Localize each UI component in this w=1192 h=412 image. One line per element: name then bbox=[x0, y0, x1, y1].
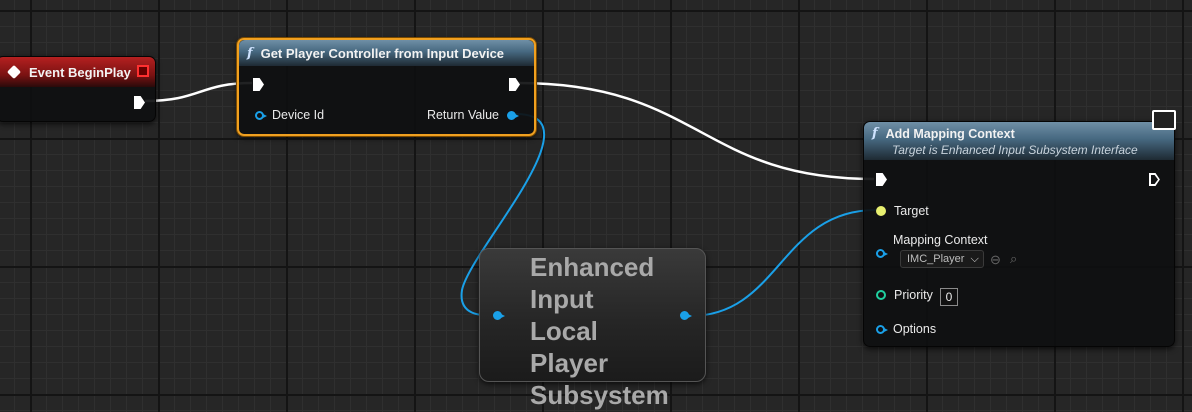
search-icon[interactable]: ⌕ bbox=[1010, 251, 1017, 267]
get-player-controller-title: Get Player Controller from Input Device bbox=[260, 45, 505, 61]
subsystem-in-pin[interactable] bbox=[493, 311, 505, 320]
device-id-label: Device Id bbox=[272, 108, 325, 122]
mapping-context-select[interactable]: IMC_Player ⌵ bbox=[900, 250, 984, 268]
event-diamond-icon bbox=[6, 64, 22, 80]
return-value-pin[interactable] bbox=[507, 110, 519, 120]
target-label: Target bbox=[894, 204, 929, 218]
add-mapping-context-header[interactable]: f Add Mapping Context Target is Enhanced… bbox=[864, 122, 1174, 160]
subsystem-node[interactable]: Enhanced Input Local Player Subsystem bbox=[479, 248, 706, 410]
options-row[interactable]: Options bbox=[876, 322, 936, 336]
mapping-context-pin[interactable] bbox=[876, 249, 888, 258]
event-beginplay-node[interactable]: Event BeginPlay bbox=[0, 56, 156, 122]
device-id-pin[interactable] bbox=[255, 110, 267, 120]
exec-out-row[interactable] bbox=[509, 78, 520, 91]
mapping-context-value: IMC_Player bbox=[907, 253, 965, 265]
priority-pin[interactable] bbox=[876, 290, 886, 300]
event-beginplay-title: Event BeginPlay bbox=[29, 64, 131, 80]
exec-out-row[interactable] bbox=[134, 96, 145, 109]
subsystem-title: Enhanced Input Local Player Subsystem bbox=[530, 252, 669, 410]
add-mapping-context-node[interactable]: f Add Mapping Context Target is Enhanced… bbox=[863, 110, 1176, 347]
delegate-pin-icon[interactable] bbox=[137, 65, 149, 77]
subsystem-out-row[interactable] bbox=[680, 311, 692, 320]
add-mapping-context-subtitle: Target is Enhanced Input Subsystem Inter… bbox=[892, 143, 1138, 157]
function-icon: f bbox=[247, 45, 253, 61]
exec-out-row[interactable] bbox=[1149, 173, 1160, 186]
exec-out-pin[interactable] bbox=[509, 78, 520, 91]
options-pin[interactable] bbox=[876, 324, 888, 334]
event-beginplay-header[interactable]: Event BeginPlay bbox=[0, 57, 155, 87]
return-value-row[interactable]: Return Value bbox=[426, 108, 519, 122]
add-mapping-context-title: Add Mapping Context bbox=[885, 126, 1015, 141]
subsystem-in-row[interactable] bbox=[493, 311, 505, 320]
subsystem-out-pin[interactable] bbox=[680, 311, 692, 320]
exec-out-pin[interactable] bbox=[134, 96, 145, 109]
object-wire-target bbox=[689, 209, 877, 317]
monitor-icon bbox=[1152, 110, 1176, 130]
return-value-label: Return Value bbox=[426, 108, 499, 122]
browse-arrow-icon[interactable]: ⊖ bbox=[990, 252, 1001, 268]
exec-in-row[interactable] bbox=[253, 78, 264, 91]
priority-input[interactable]: 0 bbox=[940, 288, 958, 306]
exec-wire-beginplay bbox=[144, 81, 253, 103]
exec-wire-getpc bbox=[517, 81, 875, 181]
mapping-context-label: Mapping Context bbox=[893, 233, 988, 247]
function-icon: f bbox=[872, 126, 878, 141]
exec-in-pin[interactable] bbox=[876, 173, 887, 186]
exec-in-pin[interactable] bbox=[253, 78, 264, 91]
exec-in-row[interactable] bbox=[876, 173, 887, 186]
exec-out-pin[interactable] bbox=[1149, 173, 1160, 186]
get-player-controller-node[interactable]: f Get Player Controller from Input Devic… bbox=[237, 38, 536, 136]
target-row[interactable]: Target bbox=[876, 204, 929, 218]
priority-value: 0 bbox=[945, 290, 953, 304]
options-label: Options bbox=[893, 322, 937, 336]
priority-label: Priority bbox=[894, 288, 933, 302]
device-id-row[interactable]: Device Id bbox=[255, 108, 324, 122]
priority-row[interactable]: Priority bbox=[876, 288, 933, 302]
target-pin[interactable] bbox=[876, 206, 886, 216]
chevron-down-icon: ⌵ bbox=[970, 252, 979, 265]
get-player-controller-header[interactable]: f Get Player Controller from Input Devic… bbox=[239, 40, 534, 66]
